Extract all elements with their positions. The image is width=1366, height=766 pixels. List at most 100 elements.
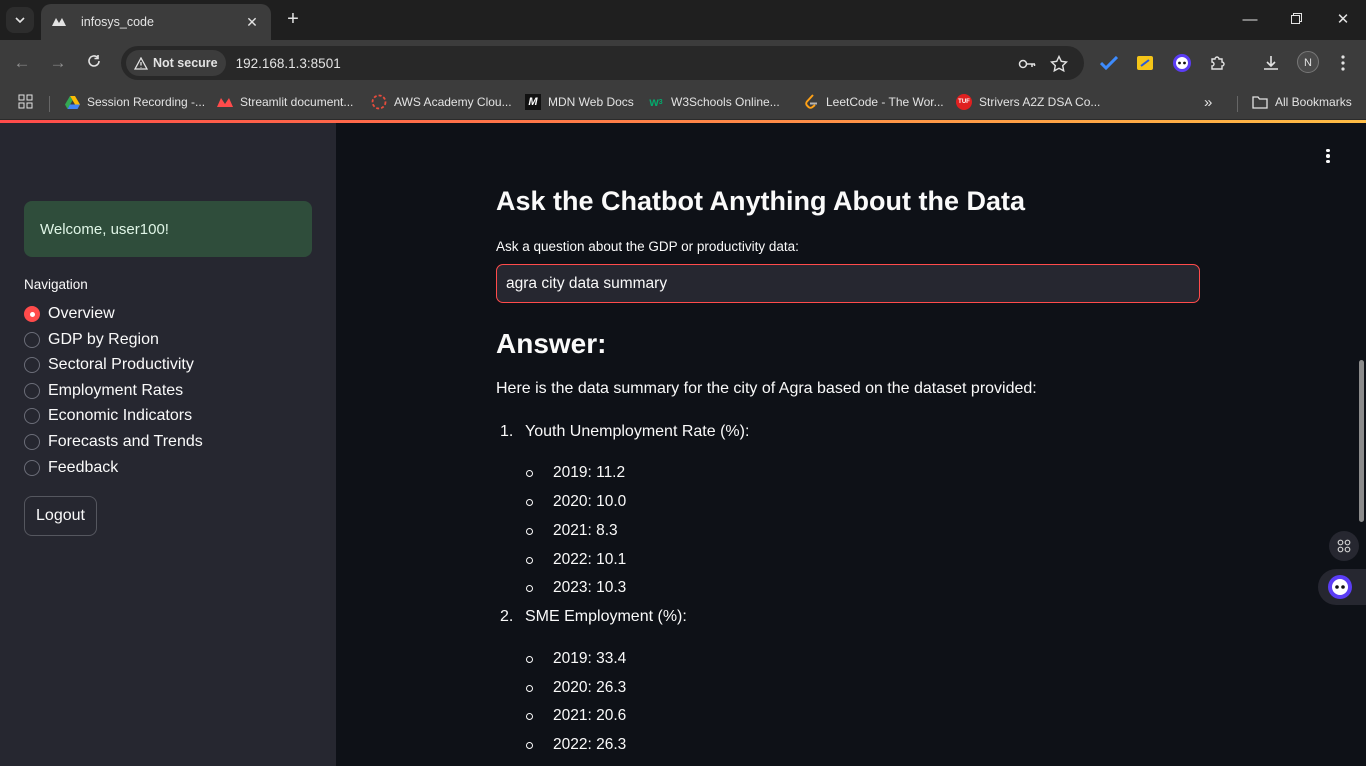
new-tab-button[interactable]: + bbox=[282, 8, 304, 30]
todo-check-extension-icon[interactable] bbox=[1098, 52, 1120, 74]
section-title: Youth Unemployment Rate (%): bbox=[525, 423, 750, 440]
google-drive-icon bbox=[64, 94, 80, 110]
nav-option-economic-indicators[interactable]: Economic Indicators bbox=[24, 407, 192, 425]
floating-apps-grid-icon[interactable] bbox=[1329, 531, 1359, 561]
tab-close-icon[interactable]: ✕ bbox=[243, 14, 261, 31]
tuf-icon: TUF bbox=[956, 94, 972, 110]
tab-strip: infosys_code ✕ + — ✕ bbox=[0, 0, 1366, 40]
restore-button[interactable] bbox=[1284, 8, 1308, 32]
browser-tab[interactable]: infosys_code ✕ bbox=[41, 4, 271, 40]
list-item: 2020: 10.0 bbox=[526, 493, 626, 511]
minimize-button[interactable]: — bbox=[1238, 8, 1262, 32]
list-item: 2021: 20.6 bbox=[526, 707, 626, 725]
app-menu-icon[interactable] bbox=[1318, 145, 1338, 167]
security-chip[interactable]: Not secure bbox=[126, 50, 226, 76]
nav-option-label: GDP by Region bbox=[48, 331, 159, 348]
list-number: 2. bbox=[500, 608, 514, 625]
bookmarks-divider bbox=[49, 96, 50, 112]
bullet-icon bbox=[526, 684, 533, 692]
streamlit-favicon-icon bbox=[51, 14, 67, 30]
bookmark-leetcode[interactable]: LeetCode - The Wor... bbox=[803, 94, 944, 110]
streamlit-icon bbox=[217, 94, 233, 110]
more-bookmarks-chevron-icon[interactable]: » bbox=[1204, 94, 1212, 111]
list-item: 2019: 33.4 bbox=[526, 650, 626, 668]
page-title: Ask the Chatbot Anything About the Data bbox=[496, 186, 1025, 216]
bookmark-w3schools[interactable]: w3 W3Schools Online... bbox=[648, 94, 780, 110]
address-bar[interactable]: Not secure 192.168.1.3:8501 bbox=[121, 46, 1084, 80]
password-key-icon[interactable] bbox=[1018, 55, 1036, 73]
bookmark-aws-academy[interactable]: AWS Academy Clou... bbox=[371, 94, 512, 110]
nav-option-employment-rates[interactable]: Employment Rates bbox=[24, 382, 183, 400]
question-input[interactable] bbox=[496, 264, 1200, 303]
tab-search-button[interactable] bbox=[6, 7, 34, 33]
nav-option-sectoral-productivity[interactable]: Sectoral Productivity bbox=[24, 356, 194, 374]
question-input-label: Ask a question about the GDP or producti… bbox=[496, 239, 799, 254]
w3schools-icon: w3 bbox=[649, 95, 663, 109]
nav-option-gdp-by-region[interactable]: GDP by Region bbox=[24, 331, 159, 349]
bookmark-label: Strivers A2Z DSA Co... bbox=[979, 95, 1101, 109]
page-scrollbar[interactable] bbox=[1359, 360, 1364, 522]
aws-academy-icon bbox=[371, 94, 387, 110]
mdn-icon: M bbox=[525, 94, 541, 110]
profile-avatar[interactable]: N bbox=[1297, 51, 1319, 73]
downloads-icon[interactable] bbox=[1260, 52, 1282, 74]
security-label: Not secure bbox=[153, 56, 218, 70]
nav-option-feedback[interactable]: Feedback bbox=[24, 459, 118, 477]
nav-option-forecasts-and-trends[interactable]: Forecasts and Trends bbox=[24, 433, 203, 451]
leetcode-icon bbox=[803, 94, 819, 110]
ai-assistant-extension-icon[interactable] bbox=[1171, 52, 1193, 74]
nav-option-label: Feedback bbox=[48, 459, 119, 476]
answer-section-heading: 2. SME Employment (%): bbox=[500, 608, 687, 626]
answer-heading: Answer: bbox=[496, 328, 607, 359]
notes-extension-icon[interactable] bbox=[1134, 52, 1156, 74]
bookmark-label: MDN Web Docs bbox=[548, 95, 634, 109]
all-bookmarks-label: All Bookmarks bbox=[1275, 95, 1352, 109]
floating-ai-assistant-icon[interactable] bbox=[1318, 569, 1366, 605]
reload-button[interactable] bbox=[82, 51, 106, 75]
tab-title: infosys_code bbox=[81, 15, 154, 29]
apps-grid-icon[interactable] bbox=[18, 94, 33, 109]
close-window-button[interactable]: ✕ bbox=[1331, 8, 1355, 32]
radio-icon bbox=[24, 357, 40, 373]
bookmark-star-icon[interactable] bbox=[1049, 54, 1069, 73]
browser-menu-icon[interactable] bbox=[1332, 52, 1354, 74]
bookmark-session-recording[interactable]: Session Recording -... bbox=[64, 94, 205, 110]
bookmark-strivers[interactable]: TUF Strivers A2Z DSA Co... bbox=[956, 94, 1100, 110]
nav-option-overview[interactable]: Overview bbox=[24, 305, 115, 323]
logout-button[interactable]: Logout bbox=[24, 496, 97, 536]
section-title: SME Employment (%): bbox=[525, 608, 687, 625]
url-text: 192.168.1.3:8501 bbox=[235, 55, 341, 71]
list-item-text: 2019: 11.2 bbox=[553, 464, 626, 481]
list-item: 2022: 26.3 bbox=[526, 736, 626, 754]
list-item: 2022: 10.1 bbox=[526, 551, 626, 569]
list-item: 2019: 11.2 bbox=[526, 464, 625, 482]
bookmark-streamlit-docs[interactable]: Streamlit document... bbox=[217, 94, 353, 110]
bookmarks-bar: Session Recording -... Streamlit documen… bbox=[0, 86, 1366, 120]
bullet-icon bbox=[526, 741, 533, 749]
bullet-icon bbox=[526, 498, 533, 506]
bullet-icon bbox=[526, 556, 533, 564]
nav-option-label: Employment Rates bbox=[48, 382, 184, 399]
bullet-icon bbox=[526, 584, 533, 592]
list-item: 2021: 8.3 bbox=[526, 522, 618, 540]
bookmarks-divider bbox=[1237, 96, 1238, 112]
radio-icon bbox=[24, 383, 40, 399]
sidebar: Welcome, user100! Navigation Overview GD… bbox=[0, 123, 336, 766]
bullet-icon bbox=[526, 469, 533, 477]
list-item-text: 2022: 10.1 bbox=[553, 551, 627, 568]
forward-button[interactable]: → bbox=[46, 51, 70, 75]
bookmark-label: Streamlit document... bbox=[240, 95, 354, 109]
back-button[interactable]: ← bbox=[10, 51, 34, 75]
list-item-text: 2020: 26.3 bbox=[553, 679, 627, 696]
list-item: 2023: 10.3 bbox=[526, 579, 626, 597]
bookmark-label: AWS Academy Clou... bbox=[394, 95, 512, 109]
list-item-text: 2021: 20.6 bbox=[553, 707, 627, 724]
extensions-puzzle-icon[interactable] bbox=[1207, 52, 1229, 74]
nav-option-label: Sectoral Productivity bbox=[48, 356, 194, 373]
bookmark-mdn[interactable]: M MDN Web Docs bbox=[525, 94, 634, 110]
all-bookmarks-button[interactable]: All Bookmarks bbox=[1252, 94, 1352, 110]
list-item-text: 2020: 10.0 bbox=[553, 493, 627, 510]
radio-selected-icon bbox=[24, 306, 40, 322]
bookmark-label: W3Schools Online... bbox=[671, 95, 780, 109]
radio-icon bbox=[24, 460, 40, 476]
